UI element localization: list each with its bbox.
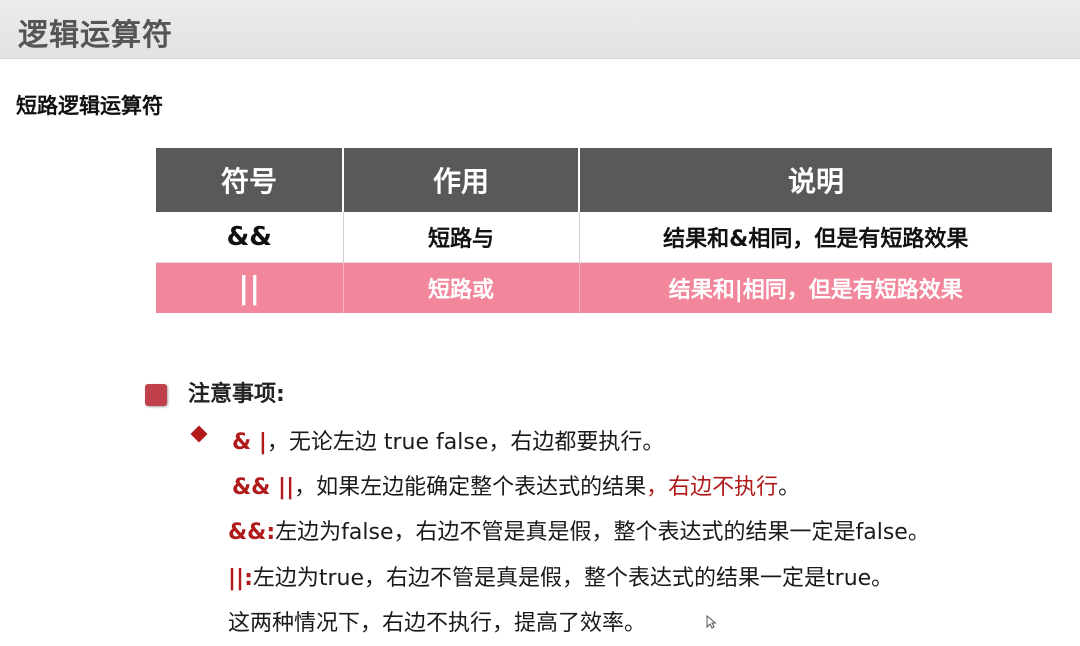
header-role: 作用 bbox=[343, 148, 580, 212]
operator-table: 符号 作用 说明 && 短路与 结果和&相同，但是有短路效果 || 短路或 结果… bbox=[156, 148, 1052, 313]
note-text: ，如果左边能确定整个表达式的结果 bbox=[294, 475, 647, 500]
note-line-4: ||:左边为true，右边不管是真是假，整个表达式的结果一定是true。 bbox=[228, 560, 893, 592]
cell-description: 结果和|相同，但是有短路效果 bbox=[579, 262, 1052, 313]
cell-description: 结果和&相同，但是有短路效果 bbox=[579, 212, 1052, 263]
cell-symbol: && bbox=[156, 212, 344, 263]
note-text: 左边为false，右边不管是真是假，整个表达式的结果一定是false。 bbox=[275, 520, 930, 545]
cell-symbol: || bbox=[156, 262, 344, 313]
note-square-icon bbox=[145, 384, 167, 406]
note-end: 。 bbox=[778, 475, 801, 500]
note-text: 左边为true，右边不管是真是假，整个表达式的结果一定是true。 bbox=[252, 566, 894, 591]
table-header-row: 符号 作用 说明 bbox=[156, 148, 1052, 212]
mouse-cursor-icon bbox=[706, 615, 716, 629]
note-line-2: && ||，如果左边能确定整个表达式的结果，右边不执行。 bbox=[232, 469, 800, 501]
note-emphasis: ，右边不执行 bbox=[646, 475, 779, 500]
note-operator: ||: bbox=[228, 566, 253, 591]
section-subtitle: 短路逻辑运算符 bbox=[16, 94, 163, 118]
note-operator: &&: bbox=[228, 520, 276, 545]
table-row: || 短路或 结果和|相同，但是有短路效果 bbox=[156, 262, 1052, 313]
header-symbol: 符号 bbox=[156, 148, 344, 212]
note-line-3: &&:左边为false，右边不管是真是假，整个表达式的结果一定是false。 bbox=[228, 514, 930, 546]
note-text: 这两种情况下，右边不执行，提高了效率。 bbox=[228, 611, 647, 636]
note-operator: && || bbox=[232, 475, 295, 500]
note-line-5: 这两种情况下，右边不执行，提高了效率。 bbox=[228, 605, 646, 637]
table-row: && 短路与 结果和&相同，但是有短路效果 bbox=[156, 212, 1052, 263]
notes-title: 注意事项: bbox=[188, 382, 285, 407]
page-title: 逻辑运算符 bbox=[18, 18, 173, 53]
note-line-1: & |，无论左边 true false，右边都要执行。 bbox=[232, 424, 664, 456]
cell-role: 短路与 bbox=[343, 212, 580, 263]
note-text: ，无论左边 true false，右边都要执行。 bbox=[266, 430, 665, 455]
note-operator: & | bbox=[232, 430, 267, 455]
diamond-bullet-icon bbox=[190, 425, 208, 443]
header-description: 说明 bbox=[579, 148, 1052, 212]
cell-role: 短路或 bbox=[343, 262, 580, 313]
title-bar: 逻辑运算符 bbox=[0, 0, 1080, 59]
